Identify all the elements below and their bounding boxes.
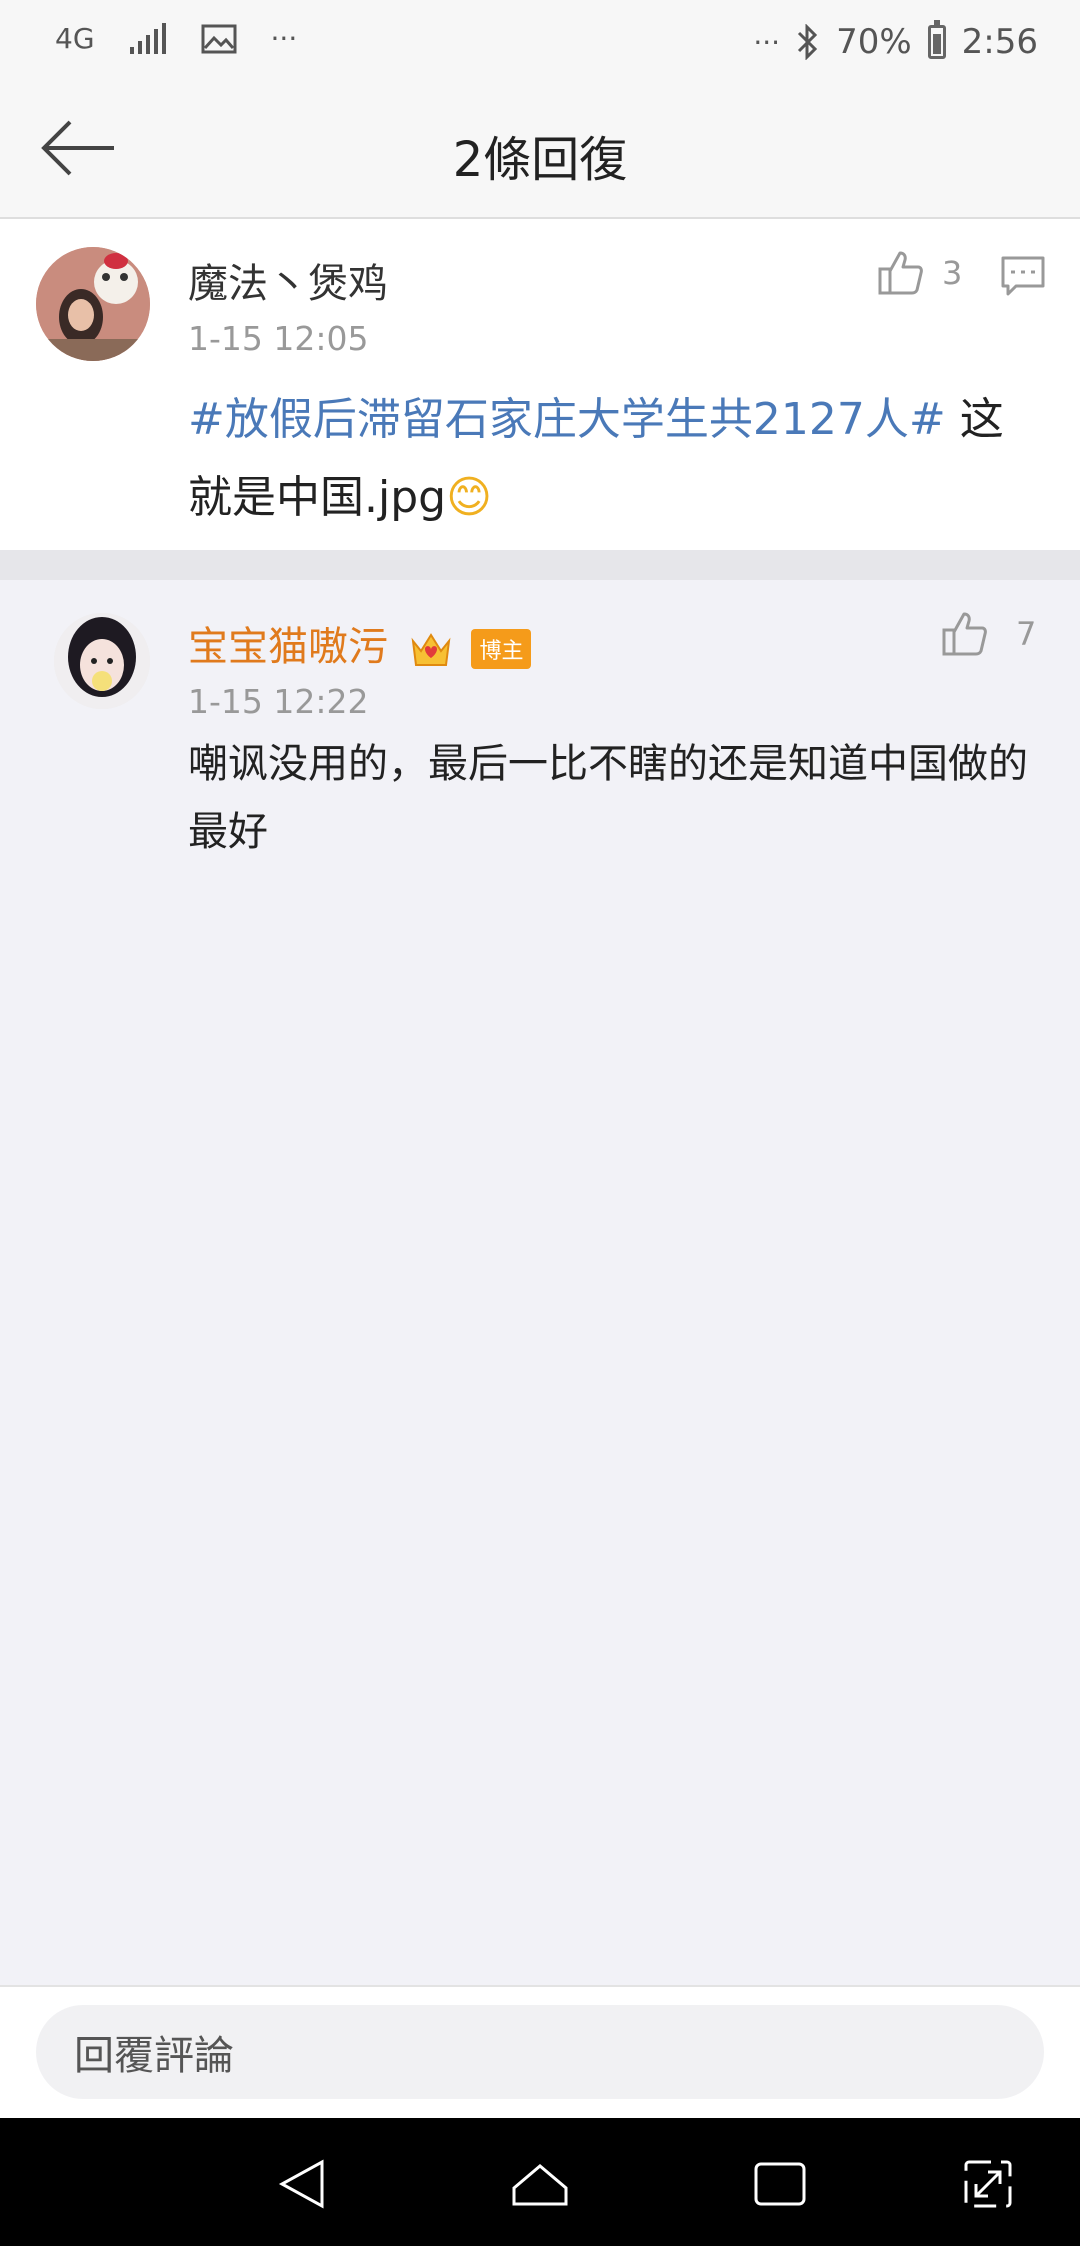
header: 2條回復 [0, 90, 1080, 219]
comment-timestamp: 1-15 12:05 [188, 319, 369, 358]
main-comment: 魔法丶煲鸡 1-15 12:05 3 #放假后滞留石家庄大学生共2127人# 这… [0, 219, 1080, 550]
triangle-back-icon [278, 2159, 324, 2209]
clock: 2:56 [961, 22, 1038, 62]
reply-username[interactable]: 宝宝猫嗷污 博主 [188, 614, 532, 672]
reply-avatar-image [54, 613, 150, 709]
more-notifications: ··· [270, 22, 298, 55]
status-bar: 4G ··· ··· 70% 2:56 [0, 0, 1080, 90]
page-title: 2條回復 [452, 132, 628, 188]
nav-recents-button[interactable] [752, 2158, 808, 2214]
reply-like-button[interactable]: 7 [940, 610, 1036, 658]
recents-icon [754, 2162, 806, 2206]
status-right: ··· 70% 2:56 [753, 20, 1038, 62]
avatar[interactable] [36, 247, 150, 361]
comment-username[interactable]: 魔法丶煲鸡 [188, 251, 388, 309]
reply-avatar[interactable] [54, 613, 150, 709]
reply-input[interactable]: 回覆評論 [36, 2005, 1044, 2099]
separator [0, 550, 1080, 580]
navigation-bar [0, 2118, 1080, 2246]
reply-list: 宝宝猫嗷污 博主 1-15 12:22 7 嘲讽没用的，最后一比不瞎的还是知道中… [0, 580, 1080, 1985]
comment-button[interactable] [1000, 255, 1046, 301]
reply-text: 嘲讽没用的，最后一比不瞎的还是知道中国做的最好 [188, 741, 1028, 855]
smile-emoji-icon: 😊 [446, 472, 492, 523]
signal-icon [129, 22, 166, 54]
comment-text: #放假后滞留石家庄大学生共2127人# 这就是中国.jpg😊 [188, 381, 1038, 537]
avatar-image [36, 247, 150, 361]
more-status: ··· [753, 25, 781, 59]
thumbs-up-icon [878, 251, 923, 295]
author-badge: 博主 [471, 629, 532, 669]
reply-input-bar: 回覆評論 [0, 1985, 1080, 2119]
status-left: 4G ··· [55, 22, 297, 55]
like-button[interactable]: 3 [876, 249, 962, 297]
thumbs-up-icon [942, 612, 987, 656]
bluetooth-icon [798, 24, 818, 60]
battery-percent: 70% [836, 22, 912, 62]
image-icon [201, 24, 237, 53]
nav-home-button[interactable] [510, 2158, 570, 2214]
reply-username-text: 宝宝猫嗷污 [188, 624, 388, 670]
hashtag-link[interactable]: #放假后滞留石家庄大学生共2127人# [188, 394, 946, 445]
reply-like-count: 7 [1016, 615, 1037, 653]
home-icon [512, 2164, 568, 2206]
nav-back-button[interactable] [276, 2158, 328, 2214]
expand-icon [964, 2160, 1012, 2208]
nav-expand-button[interactable] [962, 2158, 1014, 2214]
like-count: 3 [942, 254, 963, 292]
comment-icon [1001, 256, 1045, 296]
reply-timestamp: 1-15 12:22 [188, 682, 369, 721]
battery-icon [927, 20, 946, 59]
network-indicator: 4G [55, 22, 95, 55]
crown-icon [411, 633, 451, 666]
